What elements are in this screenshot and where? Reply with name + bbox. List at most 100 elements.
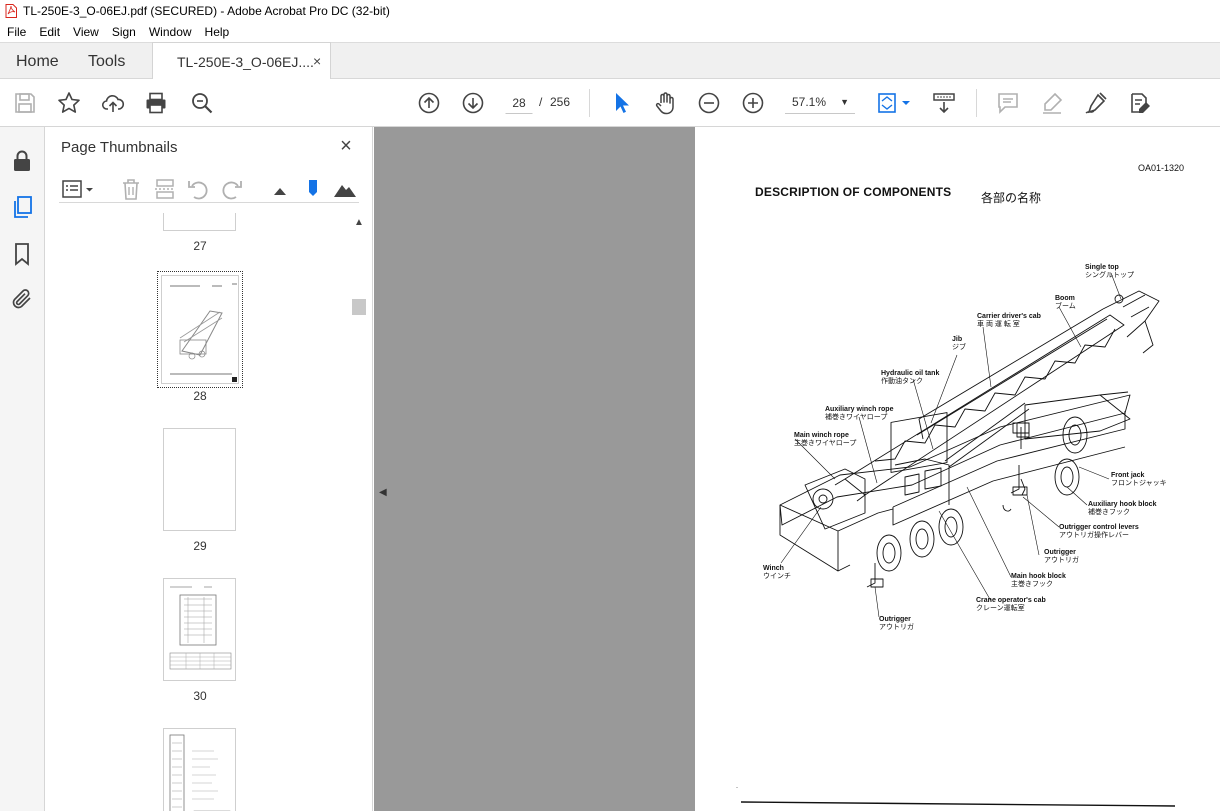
options-menu-icon[interactable] bbox=[61, 177, 95, 201]
page-number-input[interactable]: 28 bbox=[505, 91, 533, 114]
thumbnail-schematic-preview bbox=[169, 586, 232, 670]
label-en: Main hook block bbox=[1011, 573, 1066, 580]
label-en: Outrigger bbox=[1044, 549, 1076, 556]
select-pointer-icon[interactable] bbox=[609, 91, 633, 115]
label-jp: 車 両 運 転 室 bbox=[977, 321, 1020, 328]
document-view[interactable]: ◀ OA01-1320 DESCRIPTION OF COMPONENTS 各部… bbox=[374, 127, 1220, 811]
zoom-level-select[interactable]: 57.1% ▼ bbox=[785, 91, 855, 114]
label-en: Outrigger bbox=[879, 616, 911, 623]
label-jp: 主巻きフック bbox=[1011, 581, 1053, 588]
menu-window[interactable]: Window bbox=[142, 25, 198, 39]
thumbnail-scrollbar[interactable]: ▲ bbox=[351, 217, 367, 811]
zoom-in-icon[interactable] bbox=[741, 91, 765, 115]
label-jp: アウトリガ bbox=[879, 624, 914, 631]
thumbnail-page[interactable] bbox=[163, 428, 236, 531]
tab-home[interactable]: Home bbox=[16, 53, 59, 71]
label-en: Boom bbox=[1055, 295, 1075, 302]
menu-bar: File Edit View Sign Window Help bbox=[0, 22, 1220, 42]
rotate-right-icon[interactable] bbox=[220, 177, 244, 201]
title-bar: TL-250E-3_O-06EJ.pdf (SECURED) - Adobe A… bbox=[0, 0, 1220, 22]
thumbnail-page[interactable] bbox=[163, 578, 236, 681]
lock-icon[interactable] bbox=[10, 149, 34, 173]
label-en: Main winch rope bbox=[794, 432, 849, 439]
scrollbar-thumb[interactable] bbox=[352, 299, 366, 315]
thumbnail-size-slider-icon[interactable] bbox=[301, 177, 325, 201]
thumbnail-page-selected[interactable] bbox=[157, 271, 243, 388]
label-en: Winch bbox=[763, 565, 784, 572]
label-en: Outrigger control levers bbox=[1059, 524, 1139, 531]
highlight-pen-icon[interactable] bbox=[1040, 91, 1064, 115]
previous-page-icon[interactable] bbox=[417, 91, 441, 115]
toolbar-divider bbox=[976, 89, 977, 117]
thumbnail-size-large-icon[interactable] bbox=[333, 177, 357, 201]
zoom-level-value: 57.1% bbox=[792, 95, 827, 109]
thumbnail-page-number: 29 bbox=[193, 539, 207, 553]
hand-tool-icon[interactable] bbox=[653, 91, 677, 115]
label-en: Jib bbox=[952, 336, 963, 343]
page-bottom-rule bbox=[736, 787, 1176, 807]
fit-page-icon[interactable] bbox=[876, 91, 914, 115]
insert-page-icon[interactable] bbox=[153, 177, 177, 201]
collapse-panel-arrow-icon[interactable]: ◀ bbox=[379, 487, 387, 498]
label-en: Front jack bbox=[1111, 472, 1145, 479]
cloud-upload-icon[interactable] bbox=[101, 91, 125, 115]
crane-illustration bbox=[779, 272, 1160, 618]
label-outrigger-levers: Outrigger control levers アウトリガ操作レバー bbox=[1059, 524, 1139, 540]
menu-help[interactable]: Help bbox=[198, 25, 236, 39]
menu-edit[interactable]: Edit bbox=[32, 25, 66, 39]
search-icon[interactable] bbox=[190, 91, 214, 115]
sign-pen-icon[interactable] bbox=[1084, 91, 1108, 115]
label-en: Single top bbox=[1085, 264, 1119, 271]
scroll-mode-icon[interactable] bbox=[932, 91, 956, 115]
toolbar: 28 / 256 57.1% ▼ bbox=[0, 79, 1220, 127]
close-panel-button[interactable]: × bbox=[335, 135, 357, 157]
label-boom: Boom ブーム bbox=[1055, 295, 1076, 311]
thumbnail-page[interactable] bbox=[163, 728, 236, 811]
label-single-top: Single top シングルトップ bbox=[1085, 264, 1134, 280]
page-thumbnails-icon[interactable] bbox=[10, 195, 34, 219]
label-jp: 補巻きフック bbox=[1088, 509, 1130, 516]
toolbar-divider bbox=[589, 89, 590, 117]
label-jp: 補巻きワイヤロープ bbox=[825, 414, 888, 421]
label-jp: ジブ bbox=[952, 344, 966, 351]
thumbnail-page[interactable] bbox=[163, 213, 236, 231]
label-main-hook: Main hook block 主巻きフック bbox=[1011, 573, 1066, 589]
next-page-icon[interactable] bbox=[461, 91, 485, 115]
page-thumbnails-panel: Page Thumbnails × 27 28 29 30 ▲ bbox=[45, 127, 373, 811]
label-jp: 主巻きワイヤロープ bbox=[794, 440, 857, 447]
star-icon[interactable] bbox=[57, 91, 81, 115]
attachment-icon[interactable] bbox=[10, 287, 34, 311]
rotate-left-icon[interactable] bbox=[186, 177, 210, 201]
scroll-up-arrow-icon[interactable]: ▲ bbox=[354, 217, 364, 228]
close-tab-button[interactable]: × bbox=[313, 53, 321, 69]
label-main-winch-rope: Main winch rope 主巻きワイヤロープ bbox=[794, 432, 856, 448]
label-hydraulic-tank: Hydraulic oil tank 作動油タンク bbox=[881, 370, 939, 386]
label-outrigger-bottom: Outrigger アウトリガ bbox=[879, 616, 914, 632]
thumbnail-list: 27 28 29 30 bbox=[45, 213, 353, 811]
tab-document[interactable]: TL-250E-3_O-06EJ.... × bbox=[152, 42, 331, 80]
tab-tools[interactable]: Tools bbox=[88, 53, 125, 71]
label-aux-winch-rope: Auxiliary winch rope 補巻きワイヤロープ bbox=[825, 406, 893, 422]
thumbnail-table-preview bbox=[169, 734, 231, 811]
label-jib: Jib ジブ bbox=[952, 336, 966, 352]
bookmark-icon[interactable] bbox=[10, 242, 34, 266]
tab-document-label: TL-250E-3_O-06EJ.... bbox=[177, 54, 314, 70]
menu-file[interactable]: File bbox=[0, 25, 32, 39]
comment-icon[interactable] bbox=[996, 91, 1020, 115]
label-jp: クレーン運転室 bbox=[976, 605, 1025, 612]
menu-sign[interactable]: Sign bbox=[105, 25, 142, 39]
thumbnail-toolbar bbox=[59, 175, 359, 203]
save-icon[interactable] bbox=[13, 91, 37, 115]
pdf-file-icon bbox=[5, 4, 17, 18]
thumbnail-page-number: 27 bbox=[193, 239, 207, 253]
thumbnail-size-small-icon[interactable] bbox=[268, 177, 292, 201]
page-total: 256 bbox=[550, 95, 571, 109]
label-en: Hydraulic oil tank bbox=[881, 370, 940, 377]
print-icon[interactable] bbox=[144, 91, 168, 115]
fill-sign-icon[interactable] bbox=[1128, 91, 1152, 115]
menu-view[interactable]: View bbox=[66, 25, 105, 39]
page-separator: / bbox=[539, 95, 543, 109]
delete-page-icon[interactable] bbox=[119, 177, 143, 201]
label-en: Auxiliary hook block bbox=[1088, 501, 1157, 508]
zoom-out-icon[interactable] bbox=[697, 91, 721, 115]
